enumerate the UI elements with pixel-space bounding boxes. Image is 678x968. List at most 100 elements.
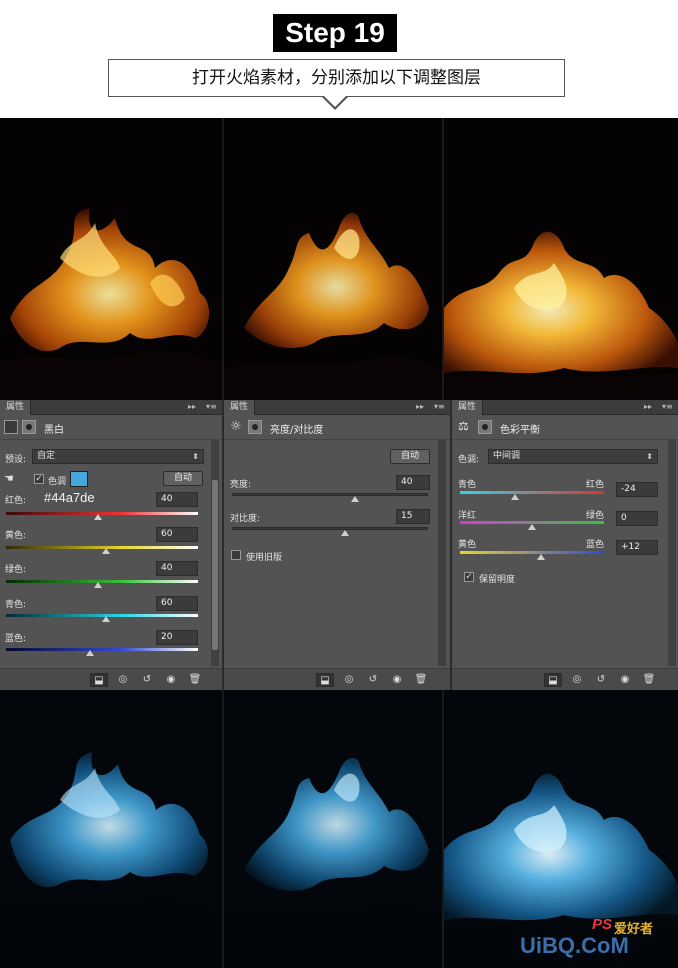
collapse-icon[interactable]: ▸▸	[188, 402, 196, 412]
preset-label: 预设:	[5, 455, 27, 465]
tab-properties[interactable]: 属性	[0, 400, 32, 415]
panel-menu-icon[interactable]: ▾≡	[662, 402, 673, 412]
contrast-slider-track[interactable]	[232, 527, 428, 530]
reset-icon[interactable]: ↺	[592, 673, 610, 687]
blue-slider-track[interactable]	[6, 648, 198, 651]
cyan-value-field[interactable]: 60	[156, 596, 198, 611]
orange-fire-photos	[0, 118, 678, 400]
watermark-site: UiBQ.CoM	[520, 933, 629, 958]
targeted-adjust-hand-icon[interactable]: ☚	[4, 472, 14, 485]
magenta-label: 洋红	[458, 511, 477, 521]
blue-slider-thumb[interactable]	[86, 650, 94, 656]
yellow-blue-slider-track[interactable]	[460, 551, 604, 554]
panel-menu-icon[interactable]: ▾≡	[206, 402, 217, 412]
blue-label: 蓝色	[586, 540, 605, 550]
scrollbar-thumb[interactable]	[212, 480, 218, 650]
panel-header: 属性 ▸▸ ▾≡	[0, 400, 222, 415]
collapse-icon[interactable]: ▸▸	[416, 402, 424, 412]
magenta-green-slider-thumb[interactable]	[528, 524, 536, 530]
watermark-ps: PS	[592, 916, 613, 933]
balance-scale-icon: ⚖	[458, 419, 469, 433]
brightness-contrast-panel: 属性 ▸▸ ▾≡ ☼ 亮度/对比度 自动 亮度: 40 对比度: 15 使用旧版…	[224, 400, 450, 692]
blue-fire-photo-1	[0, 690, 222, 968]
tint-label: 色调	[48, 477, 67, 487]
yellow-slider-label: 黄色:	[5, 531, 27, 541]
view-previous-icon[interactable]: ◎	[340, 673, 358, 687]
red-slider-track[interactable]	[6, 512, 198, 515]
collapse-icon[interactable]: ▸▸	[644, 402, 652, 412]
trash-icon[interactable]: 🗑	[640, 673, 658, 687]
black-white-panel: 属性 ▸▸ ▾≡ 黑白 预设: 自定 ⬍ ☚ ✓ 色调 自动 #44a7de 红色…	[0, 400, 222, 692]
fire-photo-3	[444, 118, 678, 400]
cyan-slider-thumb[interactable]	[102, 616, 110, 622]
brightness-slider-thumb[interactable]	[351, 496, 359, 502]
legacy-label: 使用旧版	[246, 553, 283, 563]
contrast-value-field[interactable]: 15	[396, 509, 430, 524]
green-value-field[interactable]: 40	[156, 561, 198, 576]
step-badge: Step 19	[273, 14, 397, 52]
preserve-luminosity-checkbox[interactable]: ✓	[464, 572, 474, 582]
tone-select[interactable]: 中间调 ⬍	[488, 449, 658, 464]
yellow-slider-thumb[interactable]	[102, 548, 110, 554]
brightness-slider-track[interactable]	[232, 493, 428, 496]
auto-button[interactable]: 自动	[390, 449, 430, 464]
visibility-eye-icon[interactable]: ◉	[388, 673, 406, 687]
tint-color-swatch[interactable]	[70, 471, 88, 487]
brightness-label: 亮度:	[230, 480, 252, 490]
tint-checkbox[interactable]: ✓	[34, 474, 44, 484]
layer-mask-icon[interactable]	[478, 420, 492, 434]
contrast-slider-thumb[interactable]	[341, 530, 349, 536]
panel-scrollbar[interactable]	[211, 440, 219, 666]
visibility-eye-icon[interactable]: ◉	[616, 673, 634, 687]
yellow-value-field[interactable]: 60	[156, 527, 198, 542]
red-value-field[interactable]: 40	[156, 492, 198, 507]
auto-button[interactable]: 自动	[163, 471, 203, 486]
red-slider-label: 红色:	[5, 496, 27, 506]
magenta-green-value-field[interactable]: 0	[616, 511, 658, 526]
green-slider-thumb[interactable]	[94, 582, 102, 588]
panel-title: 亮度/对比度	[270, 425, 324, 436]
yellow-label: 黄色	[458, 540, 477, 550]
clip-to-layer-icon[interactable]: ⬓	[316, 673, 334, 687]
trash-icon[interactable]: 🗑	[186, 673, 204, 687]
tone-label: 色调:	[458, 455, 480, 465]
adjustment-layer-icon	[4, 420, 18, 434]
layer-mask-icon[interactable]	[22, 420, 36, 434]
preset-select[interactable]: 自定 ⬍	[32, 449, 204, 464]
view-previous-icon[interactable]: ◎	[568, 673, 586, 687]
green-label: 绿色	[586, 511, 605, 521]
yellow-blue-value-field[interactable]: +12	[616, 540, 658, 555]
cyan-red-slider-thumb[interactable]	[511, 494, 519, 500]
step-caption: 打开火焰素材，分别添加以下调整图层	[108, 59, 565, 97]
blue-value-field[interactable]: 20	[156, 630, 198, 645]
clip-to-layer-icon[interactable]: ⬓	[544, 673, 562, 687]
red-label: 红色	[586, 480, 605, 490]
brightness-value-field[interactable]: 40	[396, 475, 430, 490]
panel-menu-icon[interactable]: ▾≡	[434, 402, 445, 412]
trash-icon[interactable]: 🗑	[412, 673, 430, 687]
green-slider-track[interactable]	[6, 580, 198, 583]
legacy-checkbox[interactable]	[231, 550, 241, 560]
select-arrow-icon: ⬍	[646, 452, 653, 461]
layer-mask-icon[interactable]	[248, 420, 262, 434]
panel-footer: ⬓ ◎ ↺ ◉ 🗑	[452, 668, 678, 692]
tab-properties[interactable]: 属性	[224, 400, 256, 415]
select-arrow-icon: ⬍	[192, 452, 199, 461]
reset-icon[interactable]: ↺	[364, 673, 382, 687]
panel-footer: ⬓ ◎ ↺ ◉ 🗑	[0, 668, 222, 692]
yellow-blue-slider-thumb[interactable]	[537, 554, 545, 560]
red-slider-thumb[interactable]	[94, 514, 102, 520]
fire-photo-2	[224, 118, 442, 400]
cyan-red-slider-track[interactable]	[460, 491, 604, 494]
panel-footer: ⬓ ◎ ↺ ◉ 🗑	[224, 668, 450, 692]
cyan-slider-label: 青色:	[5, 600, 27, 610]
cyan-red-value-field[interactable]: -24	[616, 482, 658, 497]
tab-properties[interactable]: 属性	[452, 400, 484, 415]
clip-to-layer-icon[interactable]: ⬓	[90, 673, 108, 687]
visibility-eye-icon[interactable]: ◉	[162, 673, 180, 687]
reset-icon[interactable]: ↺	[138, 673, 156, 687]
panel-scrollbar[interactable]	[668, 440, 676, 666]
watermark-cn: 爱好者	[614, 921, 654, 936]
view-previous-icon[interactable]: ◎	[114, 673, 132, 687]
panel-scrollbar[interactable]	[438, 440, 446, 666]
